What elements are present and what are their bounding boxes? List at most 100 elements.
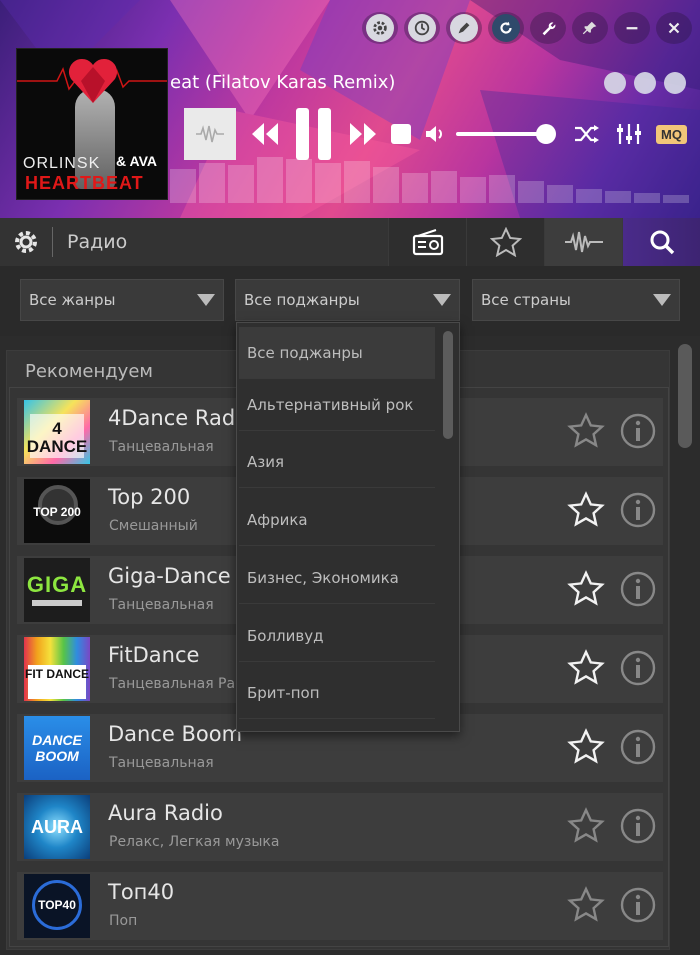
cover-ava: & AVA [116,153,157,169]
station-name: 4Dance Radi [108,406,242,430]
station-logo-text: 4 DANCE [26,419,88,456]
gamepad-icon[interactable] [604,72,626,94]
favorite-star-icon[interactable] [567,649,605,687]
cast-icon[interactable] [664,72,686,94]
favorite-star-icon[interactable] [567,728,605,766]
visualizer-tab[interactable] [544,218,622,266]
radio-toolbar: Радио [0,218,700,266]
station-genre: Танцевальная [109,439,214,455]
section-title: Рекомендуем [25,361,153,382]
dropdown-option[interactable]: Африка [239,494,435,546]
favorite-star-icon[interactable] [567,412,605,450]
playback-controls: MQ [184,108,687,160]
stop-button[interactable] [390,123,412,145]
edit-button[interactable] [446,12,482,44]
station-logo: GIGA [24,558,90,622]
pause-button[interactable] [294,108,334,160]
country-select[interactable]: Все страны [472,279,680,321]
dropdown-option[interactable]: Бизнес, Экономика [239,552,435,604]
settings-button[interactable] [362,12,398,44]
station-logo-text: GIGA [26,572,88,597]
volume-slider[interactable] [456,124,556,144]
radio-settings-button[interactable] [0,218,52,266]
close-icon [660,14,688,42]
dropdown-option[interactable]: Все поджанры [239,327,435,379]
info-icon[interactable] [619,649,657,687]
next-button[interactable] [348,121,378,147]
station-logo: TOP40 [24,874,90,938]
previous-button[interactable] [250,121,280,147]
radio-icon [412,229,443,256]
spectrum-visualizer [170,155,695,203]
station-logo: 4 DANCE [24,400,90,464]
favorite-star-icon[interactable] [567,886,605,924]
settings-icon [366,14,394,42]
station-row[interactable]: AURA Aura Radio Релакс, Легкая музыка [17,793,663,861]
list-scrollbar[interactable] [678,344,692,448]
gear-icon [15,231,37,253]
info-icon[interactable] [619,491,657,529]
wave-icon [196,125,224,143]
volume-button[interactable] [424,123,446,145]
favorite-star-icon[interactable] [567,491,605,529]
dropdown-option[interactable]: Альтернативный рок [239,379,435,431]
album-cover: ORLINSK & AVA HEARTBEAT [16,48,168,200]
station-genre: Танцевальная [109,755,214,771]
refresh-icon [492,14,520,42]
dropdown-option[interactable]: Азия [239,436,435,488]
service-icons [604,72,686,94]
station-genre: Танцевальная [109,597,214,613]
mq-badge[interactable]: MQ [656,124,687,144]
genre-select[interactable]: Все жанры [20,279,224,321]
info-icon[interactable] [619,570,657,608]
shuffle-icon [575,125,599,143]
close-button[interactable] [656,12,692,44]
info-icon[interactable] [619,728,657,766]
station-logo: TOP 200 [24,479,90,543]
station-name: FitDance [108,643,200,667]
minimize-button[interactable] [614,12,650,44]
search-tab[interactable] [622,218,700,266]
info-icon[interactable] [619,886,657,924]
favorite-star-icon[interactable] [567,570,605,608]
info-icon[interactable] [619,412,657,450]
favorites-tab[interactable] [466,218,544,266]
shuffle-button[interactable] [574,124,600,144]
pause-icon [296,108,331,160]
volume-knob[interactable] [536,124,556,144]
dropdown-option[interactable]: Болливуд [239,610,435,662]
next-icon [350,123,376,145]
stop-icon [391,124,411,144]
subgenre-select[interactable]: Все поджанры [235,279,460,321]
pin-button[interactable] [572,12,608,44]
minimize-icon [618,14,646,42]
history-button[interactable] [404,12,440,44]
station-logo: DANCE BOOM [24,716,90,780]
star-icon [489,227,522,257]
station-logo: FIT DANCE [24,637,90,701]
toolbar-divider [52,227,53,257]
station-logo-text: TOP40 [38,898,76,912]
info-icon[interactable] [619,807,657,845]
visualizer-toggle-button[interactable] [184,108,236,160]
tools-icon [534,14,562,42]
station-genre: Релакс, Легкая музыка [109,834,280,850]
chrome-icon[interactable] [634,72,656,94]
station-genre: Смешанный [109,518,198,534]
station-logo-text: FIT DANCE [25,667,89,681]
favorite-star-icon[interactable] [567,807,605,845]
station-row[interactable]: TOP40 Топ40 Поп [17,872,663,940]
window-controls [362,12,692,44]
cover-title: HEARTBEAT [25,173,144,193]
dropdown-option[interactable]: Брит-поп [239,667,435,719]
volume-icon [426,126,442,142]
station-name: Giga-Dance [108,564,231,588]
chevron-down-icon [653,294,671,306]
tools-button[interactable] [530,12,566,44]
heart-icon [68,58,118,103]
equalizer-button[interactable] [616,122,642,146]
dropdown-scrollbar[interactable] [443,331,453,439]
radio-tab[interactable] [388,218,466,266]
refresh-button[interactable] [488,12,524,44]
player-header: ORLINSK & AVA HEARTBEAT eat (Filatov Kar… [0,0,700,218]
